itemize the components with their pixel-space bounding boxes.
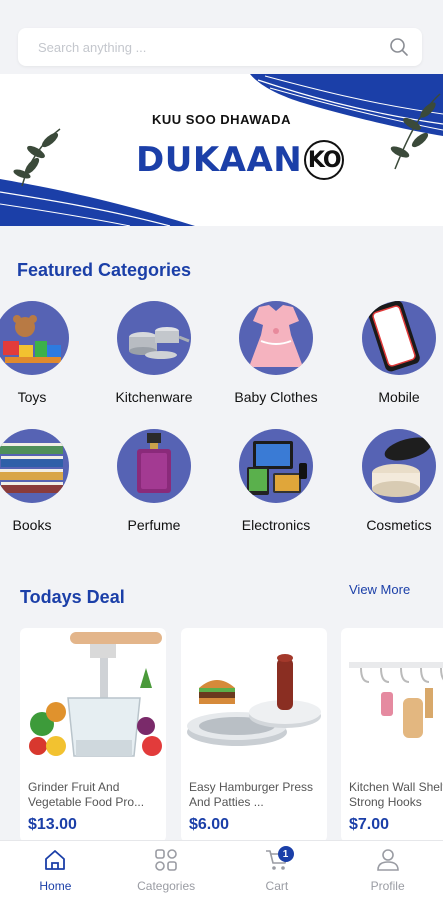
nav-label: Cart [265, 879, 289, 893]
cosmetics-image [362, 429, 436, 503]
logo-circle-text: KO [304, 140, 345, 180]
nav-profile[interactable]: Profile [332, 841, 443, 900]
welcome-banner[interactable]: KUU SOO DHAWADA DUKAAN KO [0, 74, 443, 226]
nav-label: Home [39, 879, 72, 893]
hamburger-press-image [181, 628, 327, 770]
bottom-nav: Home Categories 1 Cart Profile [0, 840, 443, 900]
category-cosmetics[interactable]: Cosmetics [338, 429, 443, 533]
category-label: Books [12, 517, 52, 533]
nav-categories[interactable]: Categories [111, 841, 222, 900]
logo-text: DUKAAN [136, 140, 303, 180]
category-label: Cosmetics [366, 517, 432, 533]
nav-home[interactable]: Home [0, 841, 111, 900]
search-bar[interactable] [18, 28, 422, 66]
cart-badge: 1 [277, 846, 294, 862]
search-icon[interactable] [388, 36, 410, 58]
category-kitchenware[interactable]: Kitchenware [93, 301, 215, 405]
nav-label: Categories [137, 879, 196, 893]
category-label: Electronics [241, 517, 311, 533]
home-screen: KUU SOO DHAWADA DUKAAN KO Featured Categ… [0, 0, 443, 900]
smartphone-image [362, 301, 436, 375]
grinder-product-image [20, 628, 166, 770]
category-label: Toys [17, 389, 47, 405]
category-label: Kitchenware [115, 389, 193, 405]
deal-price: $7.00 [349, 816, 390, 833]
deal-card[interactable]: Grinder Fruit And Vegetable Food Pro... … [20, 628, 166, 842]
deal-card[interactable]: Kitchen Wall Shelf With Strong Hooks $7.… [341, 628, 443, 842]
category-toys[interactable]: Toys [0, 301, 93, 405]
featured-categories-title: Featured Categories [17, 260, 192, 280]
books-image [0, 429, 69, 503]
deal-title: Kitchen Wall Shelf With Strong Hooks [349, 780, 443, 809]
cookware-image [117, 301, 191, 375]
view-more-link[interactable]: View More [349, 582, 410, 597]
category-perfume[interactable]: Perfume [93, 429, 215, 533]
deal-price: $13.00 [28, 816, 77, 833]
wall-shelf-hooks-image [341, 628, 443, 770]
toys-image [0, 301, 69, 375]
deal-card[interactable]: Easy Hamburger Press And Patties ... $6.… [181, 628, 327, 842]
categories-icon [154, 849, 178, 876]
perfume-image [117, 429, 191, 503]
profile-icon [376, 849, 400, 876]
category-books[interactable]: Books [0, 429, 93, 533]
todays-deal-title: Todays Deal [20, 587, 125, 607]
category-label: Baby Clothes [234, 389, 318, 405]
category-mobile[interactable]: Mobile [338, 301, 443, 405]
home-icon [43, 849, 67, 876]
category-electronics[interactable]: Electronics [215, 429, 337, 533]
deal-price: $6.00 [189, 816, 230, 833]
search-input[interactable] [38, 39, 388, 55]
banner-tagline: KUU SOO DHAWADA [152, 112, 291, 127]
deal-title: Easy Hamburger Press And Patties ... [189, 780, 314, 809]
category-baby-clothes[interactable]: Baby Clothes [215, 301, 337, 405]
electronics-image [239, 429, 313, 503]
category-label: Mobile [378, 389, 420, 405]
deal-title: Grinder Fruit And Vegetable Food Pro... [28, 780, 145, 809]
nav-cart[interactable]: 1 Cart [222, 841, 333, 900]
category-label: Perfume [127, 517, 181, 533]
baby-dress-image [239, 301, 313, 375]
dukaanko-logo: DUKAAN KO [136, 136, 345, 184]
nav-label: Profile [370, 879, 405, 893]
